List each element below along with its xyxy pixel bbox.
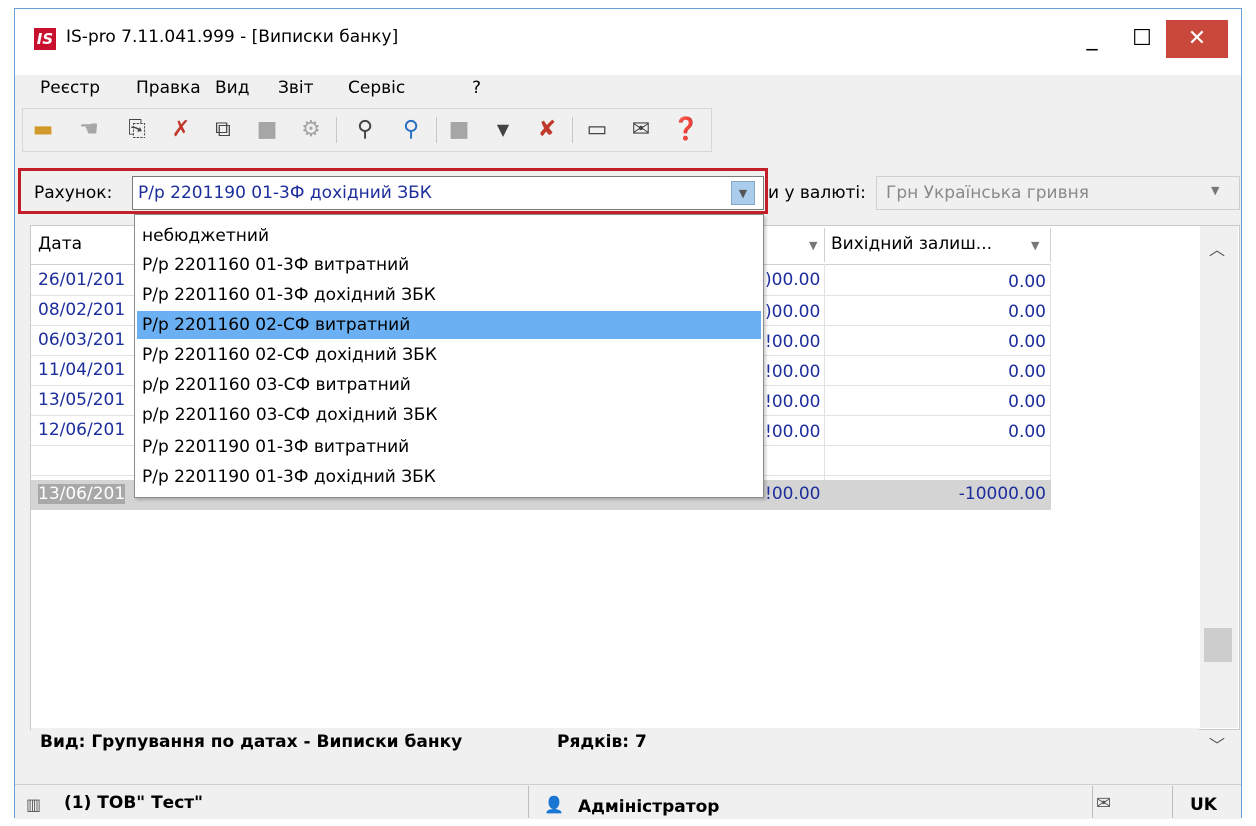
pointer-icon[interactable]: ☚ bbox=[76, 117, 102, 143]
scroll-up-icon[interactable]: ︿ bbox=[1209, 236, 1225, 260]
menu-edit[interactable]: Правка bbox=[136, 78, 201, 98]
table-row-date[interactable]: 13/06/201 bbox=[38, 484, 126, 504]
dropdown-item[interactable]: р/р 2201160 03-СФ витратний bbox=[142, 375, 411, 395]
filter-icon[interactable]: ▼ bbox=[490, 117, 516, 143]
dropdown-item[interactable]: р/р 2201160 03-СФ дохідний ЗБК bbox=[142, 405, 437, 425]
scrollbar-thumb[interactable] bbox=[1204, 628, 1232, 662]
search-icon[interactable]: ⚲ bbox=[352, 117, 378, 143]
close-button[interactable]: ✕ bbox=[1166, 20, 1228, 58]
table-row-date[interactable]: 26/01/201 bbox=[38, 270, 125, 290]
clear-filter-icon[interactable]: ✘ bbox=[534, 117, 560, 143]
column-separator bbox=[1050, 264, 1051, 510]
dropdown-item[interactable]: Р/р 2201160 01-3Ф витратний bbox=[142, 255, 409, 275]
copy-icon[interactable]: ⧉ bbox=[210, 117, 236, 143]
account-label: Рахунок: bbox=[34, 183, 113, 203]
column-header-date[interactable]: Дата bbox=[38, 234, 82, 254]
toolbar-separator bbox=[336, 117, 337, 143]
disabled-icon[interactable]: ■ bbox=[254, 117, 280, 143]
dropdown-item[interactable]: Р/р 2201190 01-3Ф витратний bbox=[142, 437, 409, 457]
chevron-down-icon[interactable]: ▼ bbox=[1211, 184, 1219, 197]
table-row-closing-balance[interactable]: 0.00 bbox=[826, 272, 1046, 292]
scroll-down-icon[interactable]: ﹀ bbox=[1209, 732, 1225, 756]
toolbar-separator bbox=[572, 117, 573, 143]
menu-help[interactable]: ? bbox=[472, 78, 481, 98]
table-row-amount[interactable]: !00.00 bbox=[765, 484, 820, 504]
chevron-down-icon[interactable]: ▼ bbox=[1031, 239, 1039, 252]
dropdown-item[interactable]: небюджетний bbox=[142, 226, 269, 246]
dropdown-item[interactable]: Р/р 2201160 02-СФ дохідний ЗБК bbox=[142, 345, 437, 365]
column-separator bbox=[1050, 228, 1051, 262]
dropdown-item[interactable]: Р/р 2201160 01-3Ф дохідний ЗБК bbox=[142, 285, 436, 305]
delete-document-icon[interactable]: ✗ bbox=[168, 117, 194, 143]
table-row-closing-balance[interactable]: 0.00 bbox=[826, 422, 1046, 442]
open-folder-icon[interactable]: ▬ bbox=[30, 117, 56, 143]
table-row-closing-balance[interactable]: -10000.00 bbox=[826, 484, 1046, 504]
disabled-block-icon[interactable]: ■ bbox=[446, 117, 472, 143]
table-row-date[interactable]: 06/03/201 bbox=[38, 330, 125, 350]
chevron-down-icon[interactable]: ▼ bbox=[809, 239, 817, 252]
currency-value[interactable]: Грн Українська гривня bbox=[886, 183, 1089, 203]
menu-service[interactable]: Сервіс bbox=[348, 78, 405, 98]
dropdown-item[interactable]: Р/р 2201190 01-3Ф дохідний ЗБК bbox=[142, 467, 436, 487]
table-row-amount[interactable]: )00.00 bbox=[765, 270, 820, 290]
mail-icon[interactable]: ✉ bbox=[628, 117, 654, 143]
column-separator bbox=[824, 264, 825, 510]
menu-report[interactable]: Звіт bbox=[278, 78, 314, 98]
mail-icon[interactable]: ✉ bbox=[1096, 793, 1111, 814]
form-icon[interactable]: ▭ bbox=[584, 117, 610, 143]
organization-icon: ▥ bbox=[26, 795, 42, 814]
app-logo: IS bbox=[34, 28, 56, 50]
currency-label: и у валюті: bbox=[768, 183, 866, 203]
menu-view[interactable]: Вид bbox=[215, 78, 249, 98]
table-row-date[interactable]: 12/06/201 bbox=[38, 420, 125, 440]
column-header-closing-balance[interactable]: Вихідний залиш... bbox=[831, 234, 992, 254]
table-row-date[interactable]: 08/02/201 bbox=[38, 300, 125, 320]
table-row-amount[interactable]: )00.00 bbox=[765, 302, 820, 322]
column-separator bbox=[824, 228, 825, 262]
account-value[interactable]: Р/р 2201190 01-3Ф дохідний ЗБК bbox=[138, 183, 432, 203]
table-row-amount[interactable]: !00.00 bbox=[765, 422, 820, 442]
toolbar-separator bbox=[436, 117, 437, 143]
language-indicator[interactable]: UK bbox=[1190, 795, 1217, 815]
maximize-button[interactable]: ☐ bbox=[1120, 20, 1164, 58]
table-row-amount[interactable]: !00.00 bbox=[765, 332, 820, 352]
table-row-closing-balance[interactable]: 0.00 bbox=[826, 302, 1046, 322]
table-row-date[interactable]: 13/05/201 bbox=[38, 390, 125, 410]
user-icon: 👤 bbox=[544, 795, 564, 814]
table-row-amount[interactable]: !00.00 bbox=[765, 392, 820, 412]
view-grouping-label: Вид: Групування по датах - Виписки банку bbox=[40, 732, 463, 752]
minimize-button[interactable]: _ bbox=[1070, 20, 1114, 58]
dropdown-item-selected[interactable]: Р/р 2201160 02-СФ витратний bbox=[142, 315, 410, 335]
rows-count-label: Рядків: 7 bbox=[557, 732, 647, 752]
menu-registry[interactable]: Реєстр bbox=[40, 78, 100, 98]
status-separator bbox=[1092, 786, 1093, 818]
status-separator bbox=[528, 786, 529, 818]
help-icon[interactable]: ❓ bbox=[672, 117, 699, 143]
chevron-down-icon[interactable]: ▼ bbox=[731, 181, 755, 205]
window-title: IS-pro 7.11.041.999 - [Виписки банку] bbox=[66, 27, 399, 47]
search-next-icon[interactable]: ⚲ bbox=[398, 117, 424, 143]
table-row-date[interactable]: 11/04/201 bbox=[38, 360, 125, 380]
settings-icon[interactable]: ⚙ bbox=[298, 117, 324, 143]
table-row-closing-balance[interactable]: 0.00 bbox=[826, 392, 1046, 412]
user-label: Адміністратор bbox=[578, 797, 720, 817]
organization-label[interactable]: (1) ТОВ" Тест" bbox=[64, 793, 203, 813]
status-separator bbox=[1172, 786, 1173, 818]
table-row-amount[interactable]: !00.00 bbox=[765, 362, 820, 382]
add-document-icon[interactable]: ⎘ bbox=[124, 117, 150, 143]
table-row-closing-balance[interactable]: 0.00 bbox=[826, 332, 1046, 352]
table-row-closing-balance[interactable]: 0.00 bbox=[826, 362, 1046, 382]
